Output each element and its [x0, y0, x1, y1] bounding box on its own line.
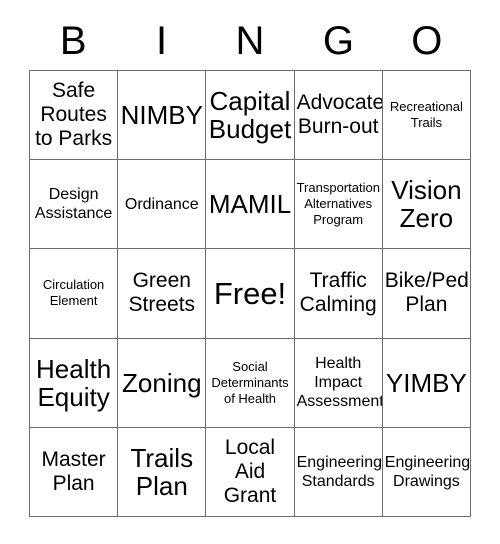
bingo-cell-label: Safe Routes to Parks [35, 79, 113, 151]
bingo-cell-label: Ordinance [124, 195, 199, 213]
bingo-cell-r5c4[interactable]: Engineering Standards [294, 427, 383, 517]
bingo-cell-r1c4[interactable]: Advocate Burn-out [294, 71, 383, 161]
bingo-cell-label: Trails Plan [130, 442, 194, 501]
bingo-cell-label: Health Equity [36, 353, 112, 412]
bingo-cell-r2c4[interactable]: Transportation Alternatives Program [294, 160, 383, 250]
bingo-cell-label: Engineering Drawings [384, 453, 471, 490]
bingo-cell-r2c2[interactable]: Ordinance [118, 160, 207, 250]
bingo-cell-label: Advocate Burn-out [296, 91, 383, 139]
bingo-cell-label: Recreational Trails [389, 99, 463, 131]
bingo-grid: Safe Routes to Parks NIMBY Capital Budget A… [29, 70, 471, 517]
bingo-cell-label: Local Aid Grant [223, 435, 277, 507]
bingo-cell-r3c2[interactable]: Green Streets [118, 249, 207, 339]
bingo-cell-label: Transportation Alternatives Program [296, 180, 380, 228]
bingo-cell-r5c1[interactable]: Master Plan [30, 427, 119, 517]
bingo-cell-label: Bike/Ped Plan [384, 269, 469, 317]
bingo-cell-label: Capital Budget [208, 86, 292, 145]
bingo-cell-r5c3[interactable]: Local Aid Grant [206, 427, 295, 517]
bingo-cell-label: Design Assistance [34, 186, 113, 223]
bingo-cell-r2c1[interactable]: Design Assistance [30, 160, 119, 250]
bingo-header-letter-b: B [59, 19, 87, 63]
bingo-cell-r1c5[interactable]: Recreational Trails [382, 71, 471, 161]
bingo-cell-r3c1[interactable]: Circulation Element [30, 249, 119, 339]
bingo-cell-r3c5[interactable]: Bike/Ped Plan [382, 249, 471, 339]
bingo-cell-r4c4[interactable]: Health Impact Assessment [294, 338, 383, 428]
bingo-cell-label: MAMIL [208, 189, 292, 220]
bingo-header: B I N G O [29, 16, 471, 66]
bingo-cell-label: Green Streets [128, 269, 196, 317]
bingo-cell-r4c5[interactable]: YIMBY [382, 338, 471, 428]
bingo-cell-label: Circulation Element [42, 277, 105, 309]
bingo-header-letter-i: I [156, 19, 168, 63]
bingo-cell-label: Vision Zero [391, 175, 462, 234]
bingo-cell-r5c5[interactable]: Engineering Drawings [382, 427, 471, 517]
bingo-cell-r4c1[interactable]: Health Equity [30, 338, 119, 428]
bingo-cell-r5c2[interactable]: Trails Plan [118, 427, 207, 517]
bingo-cell-label: YIMBY [385, 367, 467, 398]
bingo-cell-label: Zoning [122, 367, 202, 398]
bingo-cell-label: Traffic Calming [299, 269, 377, 317]
bingo-header-letter-o: O [411, 19, 443, 63]
bingo-header-letter-g: G [322, 19, 354, 63]
bingo-cell-label: Master Plan [41, 447, 106, 495]
bingo-cell-r1c1[interactable]: Safe Routes to Parks [30, 71, 119, 161]
bingo-cell-r3c4[interactable]: Traffic Calming [294, 249, 383, 339]
bingo-header-letter-n: N [235, 19, 265, 63]
bingo-cell-r1c2[interactable]: NIMBY [118, 71, 207, 161]
bingo-cell-label: Engineering Standards [296, 453, 382, 490]
bingo-cell-r2c5[interactable]: Vision Zero [382, 160, 471, 250]
bingo-cell-r2c3[interactable]: MAMIL [206, 160, 295, 250]
bingo-cell-label: Social Determinants of Health [211, 358, 289, 406]
bingo-cell-r4c2[interactable]: Zoning [118, 338, 207, 428]
bingo-cell-r1c3[interactable]: Capital Budget [206, 71, 295, 161]
bingo-cell-label: NIMBY [120, 100, 203, 131]
bingo-free-space-label: Free! [213, 275, 287, 311]
bingo-cell-label: Health Impact Assessment [296, 355, 383, 411]
bingo-cell-r4c3[interactable]: Social Determinants of Health [206, 338, 295, 428]
bingo-cell-r3c3[interactable]: Free! [206, 249, 295, 339]
bingo-card: B I N G O Safe Routes to Parks NIMBY Capit… [0, 0, 500, 544]
